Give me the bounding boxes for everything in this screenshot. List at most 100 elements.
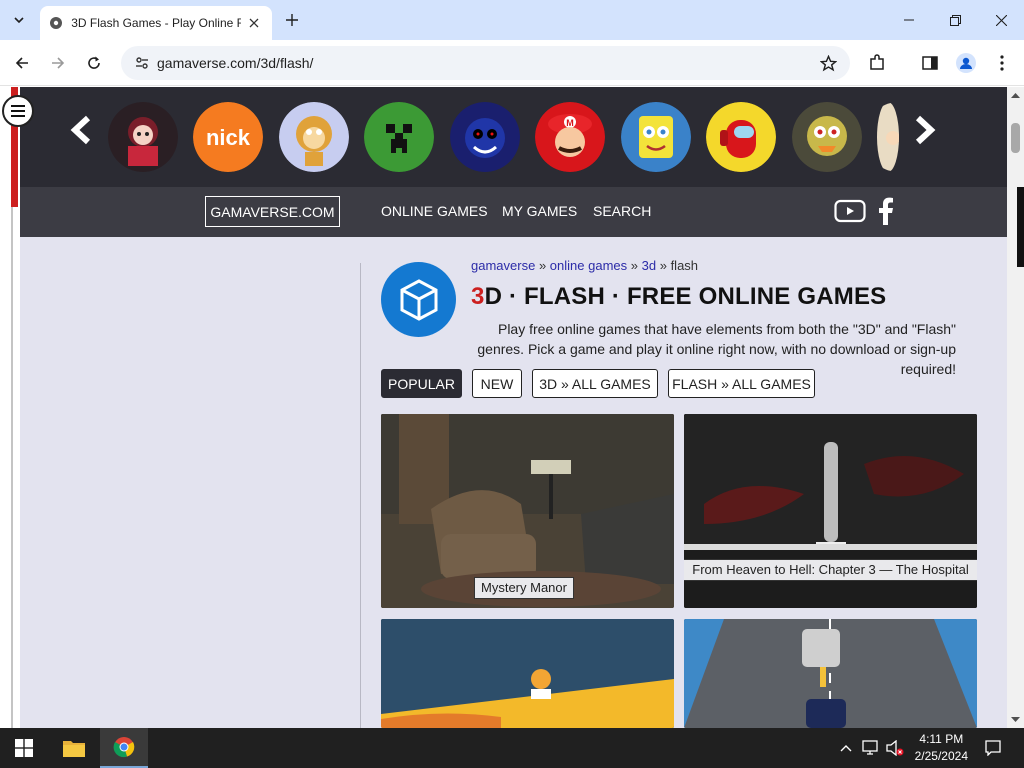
tab-search-button[interactable] — [6, 8, 32, 32]
game-card-mystery-manor[interactable]: Mystery Manor — [381, 414, 674, 608]
side-panel-button[interactable] — [918, 51, 942, 75]
tab-title: 3D Flash Games - Play Online Fo — [71, 16, 241, 30]
page-viewport: nick M GAMAVERSE.COM ONLINE GAMES MY GAM… — [0, 87, 1024, 728]
category-carousel: nick M — [20, 87, 1007, 187]
carousel-item-fnf[interactable] — [108, 102, 178, 172]
page-title-text: D · FLASH · FREE ONLINE GAMES — [484, 283, 887, 310]
close-window-button[interactable] — [978, 0, 1024, 40]
side-panel-icon — [922, 56, 938, 70]
windows-taskbar: 4:11 PM 2/25/2024 — [0, 728, 1024, 768]
right-edge-tab[interactable] — [1017, 187, 1024, 267]
close-icon — [995, 14, 1007, 26]
network-button[interactable] — [860, 728, 882, 768]
carousel-prev-button[interactable] — [66, 113, 96, 147]
back-button[interactable] — [10, 51, 34, 75]
windows-logo-icon — [15, 739, 33, 757]
more-menu-button[interactable] — [990, 51, 1014, 75]
clock-date: 2/25/2024 — [914, 749, 968, 763]
file-explorer-button[interactable] — [50, 728, 98, 768]
site-logo-link[interactable]: GAMAVERSE.COM — [205, 196, 340, 227]
reload-icon — [88, 56, 100, 69]
address-bar[interactable]: gamaverse.com/3d/flash/ — [121, 46, 850, 80]
new-tab-button[interactable] — [282, 10, 302, 30]
chevron-right-icon — [915, 115, 936, 145]
filter-popular[interactable]: POPULAR — [381, 369, 462, 398]
hamburger-icon — [11, 105, 25, 117]
carousel-item-sonic-exe[interactable] — [450, 102, 520, 172]
arrow-right-icon — [52, 57, 65, 69]
nav-link-search[interactable]: SEARCH — [593, 203, 651, 219]
scroll-thumb[interactable] — [1011, 123, 1020, 153]
breadcrumb-separator: » — [659, 258, 667, 273]
puzzle-icon — [870, 54, 884, 70]
game-card-3[interactable] — [381, 619, 674, 728]
filter-flash-all-games[interactable]: FLASH » ALL GAMES — [668, 369, 815, 398]
nav-link-my-games[interactable]: MY GAMES — [502, 203, 577, 219]
breadcrumb-link-3d[interactable]: 3d — [642, 258, 656, 273]
game-card-heaven-to-hell[interactable]: From Heaven to Hell: Chapter 3 — The Hos… — [684, 414, 977, 608]
page-title: 3D · FLASH · FREE ONLINE GAMES — [471, 283, 886, 311]
carousel-item-creeper[interactable] — [364, 102, 434, 172]
content-divider — [360, 263, 361, 728]
breadcrumb-link-online-games[interactable]: online games — [550, 258, 627, 273]
volume-button[interactable] — [884, 728, 906, 768]
network-icon — [862, 740, 878, 755]
folder-icon — [63, 741, 85, 757]
close-tab-icon[interactable] — [245, 13, 264, 33]
notification-icon — [985, 740, 1001, 756]
svg-text:M: M — [566, 118, 574, 128]
carousel-item-mario[interactable]: M — [535, 102, 605, 172]
game-card-4[interactable] — [684, 619, 977, 728]
description-line-1: Play free online games that have element… — [497, 321, 956, 337]
game-thumbnail — [381, 619, 674, 728]
svg-text:nick: nick — [206, 125, 251, 150]
scroll-down-arrow-icon[interactable] — [1011, 715, 1020, 724]
carousel-item-spongebob[interactable] — [621, 102, 691, 172]
breadcrumb-current: flash — [670, 258, 699, 273]
carousel-next-button[interactable] — [910, 113, 940, 147]
chevron-down-icon — [14, 17, 24, 24]
arrow-left-icon — [15, 57, 28, 69]
tray-overflow-button[interactable] — [836, 728, 856, 768]
nav-link-online-games[interactable]: ONLINE GAMES — [381, 203, 488, 219]
scroll-up-arrow-icon[interactable] — [1011, 91, 1020, 100]
site-nav: GAMAVERSE.COM ONLINE GAMES MY GAMES SEAR… — [20, 187, 1007, 237]
carousel-item-fnaf[interactable] — [792, 102, 862, 172]
bookmark-star-icon[interactable] — [818, 53, 838, 73]
restore-icon — [949, 14, 961, 26]
taskbar-clock[interactable]: 4:11 PM 2/25/2024 — [915, 731, 968, 765]
carousel-item-nick[interactable]: nick — [193, 102, 263, 172]
game-title: Mystery Manor — [474, 577, 574, 599]
breadcrumb-link-home[interactable]: gamaverse — [471, 258, 535, 273]
profile-button[interactable] — [954, 51, 978, 75]
clock-time: 4:11 PM — [919, 732, 964, 746]
site-info-icon[interactable] — [131, 52, 153, 74]
globe-icon — [48, 15, 63, 31]
forward-button[interactable] — [46, 51, 70, 75]
volume-muted-icon — [886, 740, 904, 756]
chevron-up-icon — [840, 745, 852, 752]
carousel-item-monkey[interactable] — [279, 102, 349, 172]
reload-button[interactable] — [82, 51, 106, 75]
minimize-icon — [904, 19, 914, 21]
page-title-accent: 3 — [471, 283, 485, 310]
restore-button[interactable] — [932, 0, 978, 40]
chevron-left-icon — [70, 115, 91, 145]
side-menu-button[interactable] — [2, 95, 34, 127]
extensions-button[interactable] — [865, 51, 889, 75]
start-button[interactable] — [0, 728, 48, 768]
filter-new[interactable]: NEW — [472, 369, 522, 398]
notifications-button[interactable] — [978, 728, 1008, 768]
filter-3d-all-games[interactable]: 3D » ALL GAMES — [532, 369, 658, 398]
url-text: gamaverse.com/3d/flash/ — [157, 55, 314, 71]
game-title: From Heaven to Hell: Chapter 3 — The Hos… — [684, 559, 977, 581]
page-scrollbar[interactable] — [1007, 87, 1024, 728]
facebook-icon[interactable] — [870, 197, 902, 225]
browser-tab-active[interactable]: 3D Flash Games - Play Online Fo — [40, 6, 272, 40]
carousel-item-loud-house[interactable] — [877, 102, 899, 172]
breadcrumb-separator: » — [630, 258, 638, 273]
carousel-item-among-us[interactable] — [706, 102, 776, 172]
chrome-taskbar-button[interactable] — [100, 728, 148, 768]
youtube-icon[interactable] — [834, 197, 866, 225]
minimize-button[interactable] — [886, 0, 932, 40]
